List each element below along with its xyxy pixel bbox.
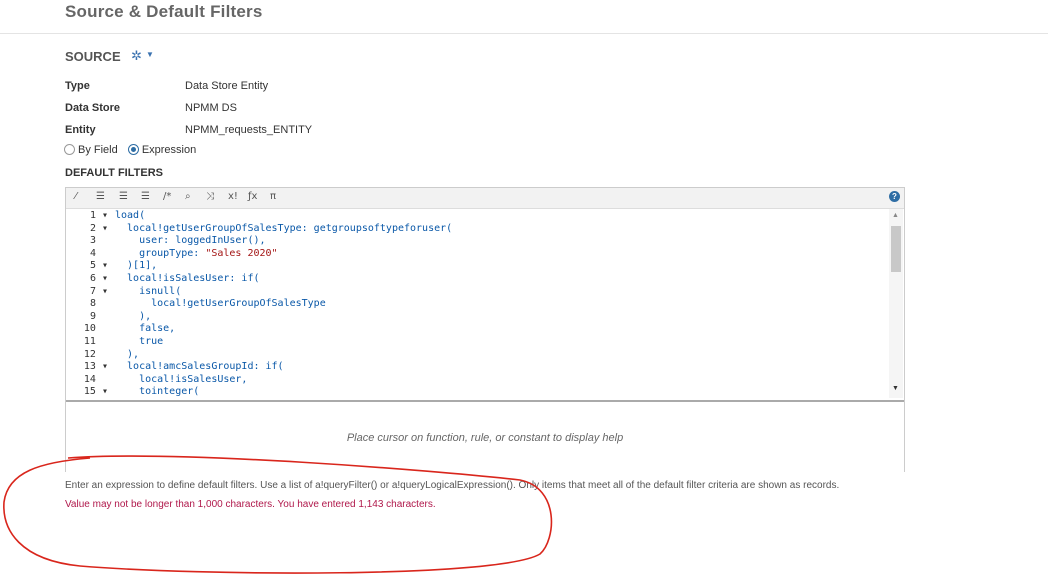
line-number: 13 ▾ [83, 361, 108, 373]
line-number: 14 [83, 373, 108, 385]
code-line: false, [115, 323, 175, 334]
code-text: local!amcSalesGroupId: if( [115, 361, 284, 373]
code-line: ), [115, 311, 151, 322]
code-line: isnull( [115, 286, 181, 297]
line-number: 7 ▾ [89, 285, 108, 297]
field-value: NPMM_requests_ENTITY [185, 124, 313, 136]
format-icon[interactable]: ☰ [141, 191, 150, 202]
code-string: "Sales 2020" [205, 247, 278, 259]
code-text: ), [115, 310, 152, 322]
magic-wand-icon[interactable]: ⁄ [75, 191, 77, 202]
expression-label: Expression [141, 144, 197, 156]
code-text: groupType: [115, 247, 206, 259]
code-text: true [115, 336, 164, 347]
title-divider [0, 33, 1048, 34]
help-placeholder-text: Place cursor on function, rule, or const… [346, 432, 624, 444]
code-text: local!isSalesUser: if( [115, 273, 260, 284]
x-bang-icon[interactable]: x! [228, 191, 238, 202]
line-number: 9 [89, 310, 108, 322]
search-icon[interactable]: ⌕ [185, 191, 191, 202]
line-number: 15 ▾ [83, 386, 108, 398]
line-number: 10 [83, 323, 108, 335]
line-number: 6 ▾ [89, 273, 108, 284]
help-icon[interactable]: ? [889, 191, 900, 202]
code-line: local!amcSalesGroupId: if( [115, 361, 284, 372]
code-text: load( [115, 210, 146, 221]
line-number: 12 [83, 348, 108, 360]
code-area[interactable]: 1 ▾ 2 ▾ 3 4 5 ▾ 6 ▾ 7 ▾ 8 9 10 11 12 13 ▾ 14 1… [66, 209, 904, 399]
line-number: 1 ▾ [89, 210, 108, 221]
code-line: groupType: "Sales 2020" [115, 247, 278, 259]
scroll-down-icon[interactable]: ▼ [892, 385, 899, 392]
code-text: )[1], [115, 260, 158, 272]
line-number: 2 ▾ [89, 222, 108, 234]
scrollbar-thumb[interactable] [891, 226, 901, 272]
code-text: user: loggedInUser(), [115, 235, 266, 247]
by-field-radio[interactable] [64, 144, 75, 155]
code-text: local!isSalesUser, [115, 373, 248, 385]
indent-left-icon[interactable]: ☰ [96, 191, 105, 202]
indent-right-icon[interactable]: ☰ [119, 191, 128, 202]
source-section-label: SOURCE [65, 49, 121, 64]
default-filters-label: DEFAULT FILTERS [65, 167, 163, 179]
page-title: Source & Default Filters [65, 2, 263, 21]
code-line: true [115, 336, 163, 347]
code-text: tointeger( [115, 386, 200, 398]
fx-icon[interactable]: ƒx [248, 191, 257, 202]
expression-option[interactable]: Expression [127, 144, 197, 156]
code-text: local!getUserGroupOfSalesType: getgroups… [115, 222, 453, 234]
filter-mode-radio-group: By Field Expression [64, 144, 203, 156]
code-line: user: loggedInUser(), [115, 235, 266, 247]
editor-toolbar: ⁄ ☰ ☰ ☰ /* ⌕ ⤨ x! ƒx π ? [66, 188, 904, 209]
code-line: tointeger( [115, 386, 199, 397]
code-text: local!getUserGroupOfSalesType [115, 298, 326, 310]
comment-icon[interactable]: /* [163, 191, 171, 202]
code-text: isnull( [115, 285, 182, 297]
line-gutter: 1 ▾ 2 ▾ 3 4 5 ▾ 6 ▾ 7 ▾ 8 9 10 11 12 13 ▾ 14 1… [66, 209, 114, 399]
line-number: 3 [89, 235, 108, 247]
red-annotation-circle [3, 455, 553, 574]
by-field-label: By Field [78, 144, 118, 156]
by-field-option[interactable]: By Field [64, 144, 118, 156]
gear-icon[interactable]: ✲ [131, 48, 142, 64]
vertical-scrollbar[interactable]: ▲ ▼ [889, 209, 903, 398]
field-value: NPMM DS [185, 102, 237, 114]
scroll-up-icon[interactable]: ▲ [892, 212, 899, 219]
code-line: local!getUserGroupOfSalesType [115, 298, 326, 309]
field-value: Data Store Entity [185, 80, 269, 92]
chevron-down-icon[interactable]: ▼ [146, 50, 154, 59]
code-line: ), [115, 349, 139, 360]
code-text: ), [115, 348, 140, 360]
field-key: Type [65, 80, 90, 92]
code-line: local!isSalesUser, [115, 374, 247, 385]
code-line: load( [115, 210, 145, 221]
line-number: 8 [89, 298, 108, 310]
code-text: false, [115, 323, 176, 335]
code-line: )[1], [115, 260, 157, 271]
shuffle-icon[interactable]: ⤨ [206, 191, 214, 202]
line-number: 11 [83, 336, 108, 347]
expression-radio[interactable] [127, 144, 139, 155]
line-number: 4 [89, 247, 108, 259]
line-number: 5 ▾ [89, 260, 108, 272]
field-key: Entity [65, 124, 96, 136]
code-line: local!isSalesUser: if( [115, 273, 260, 284]
code-line: local!getUserGroupOfSalesType: getgroups… [115, 223, 452, 234]
field-key: Data Store [65, 102, 121, 114]
expression-editor[interactable]: ⁄ ☰ ☰ ☰ /* ⌕ ⤨ x! ƒx π ? 1 ▾ 2 ▾ 3 4 5 ▾ 6 … [65, 187, 905, 473]
pi-icon[interactable]: π [270, 191, 276, 202]
